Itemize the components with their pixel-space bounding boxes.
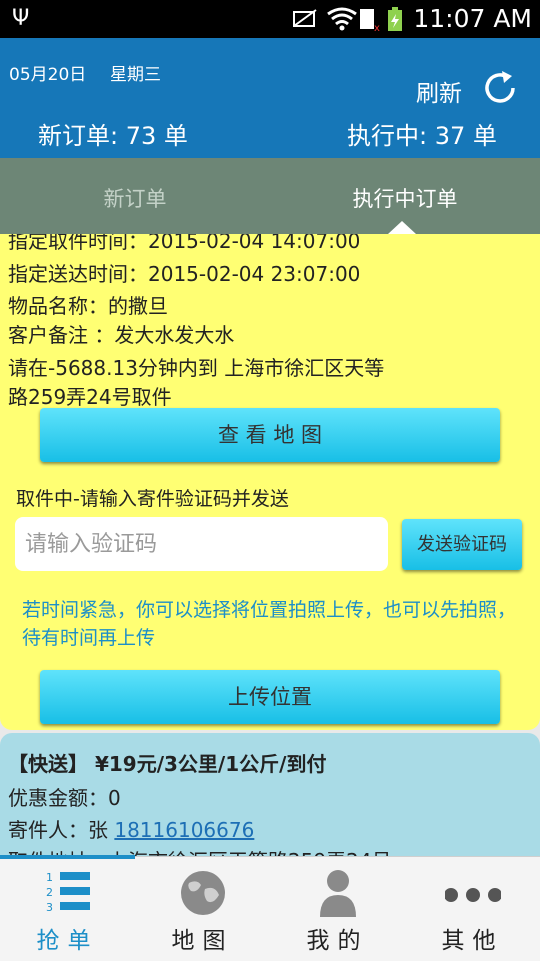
clock: 11:07 AM [413, 4, 532, 33]
order-tabs: 新订单 执行中订单 [0, 158, 540, 234]
svg-text:3: 3 [46, 901, 53, 914]
refresh-label[interactable]: 刷新 [416, 74, 462, 108]
silent-icon [293, 9, 317, 27]
tab-new-orders[interactable]: 新订单 [0, 158, 270, 234]
in-progress-count: 执行中: 37 单 [347, 122, 497, 150]
svg-text:x: x [374, 23, 380, 32]
more-dots-icon [445, 888, 501, 902]
send-code-button[interactable]: 发送验证码 [402, 519, 522, 570]
refresh-icon[interactable] [480, 68, 520, 108]
battery-icon [388, 7, 402, 31]
wifi-icon [327, 7, 357, 31]
header: 05月20日 星期三 刷新 新订单: 73 单 执行中: 37 单 [0, 38, 540, 158]
system-status-icons: x [293, 7, 402, 32]
sender-label: 寄件人：张 [8, 818, 115, 842]
person-icon [320, 870, 356, 917]
view-map-button[interactable]: 查 看 地 图 [40, 408, 500, 462]
order-card-2: 【快送】 ¥19元/3公里/1公斤/到付 优惠金额：0 寄件人：张 181161… [0, 733, 540, 858]
globe-icon [181, 871, 225, 915]
nav-label-mine: 我的 [306, 928, 369, 954]
date-label: 05月20日 [9, 65, 87, 85]
order-card: 指定取件时间：2015-02-04 14:07:00 指定送达时间：2015-0… [0, 234, 540, 730]
svg-text:1: 1 [46, 871, 53, 884]
nav-label-other: 其他 [441, 928, 504, 954]
pickup-time-line: 指定取件时间：2015-02-04 14:07:00 [8, 234, 361, 253]
sender-phone-link[interactable]: 18116106676 [114, 818, 254, 842]
delivery-time-line: 指定送达时间：2015-02-04 23:07:00 [8, 262, 361, 286]
nav-item-grab-orders[interactable]: 1 2 3 抢单 [0, 857, 135, 961]
nav-label-map: 地图 [171, 928, 234, 954]
list-icon: 1 2 3 [46, 871, 90, 914]
svg-text:2: 2 [46, 886, 53, 899]
item-name-line: 物品名称：的撒旦 [8, 294, 168, 318]
customer-note-line: 客户备注 ：发大水发大水 [8, 323, 235, 347]
verification-code-input[interactable] [15, 517, 388, 571]
code-prompt: 取件中-请输入寄件验证码并发送 [16, 488, 289, 510]
nav-item-map[interactable]: 地图 [135, 857, 270, 961]
weekday-label: 星期三 [110, 65, 161, 85]
nav-label-grab-orders: 抢单 [36, 928, 99, 954]
service-line: 【快送】 ¥19元/3公里/1公斤/到付 [8, 752, 327, 776]
nav-item-mine[interactable]: 我的 [270, 857, 405, 961]
new-order-count: 新订单: 73 单 [38, 122, 188, 150]
sender-line: 寄件人：张 18116106676 [8, 814, 254, 843]
pickup-instruction-line2: 路259弄24号取件 [8, 385, 172, 409]
bottom-nav: 1 2 3 抢单 地图 我的 其他 [0, 855, 540, 961]
status-bar: Ψ x 11:07 AM [0, 0, 540, 38]
upload-location-button[interactable]: 上传位置 [40, 670, 500, 724]
discount-line: 优惠金额：0 [8, 786, 121, 810]
nav-item-other[interactable]: 其他 [405, 857, 540, 961]
active-tab-indicator [388, 221, 416, 234]
pickup-instruction-line1: 请在-5688.13分钟内到 上海市徐汇区天等 [8, 356, 385, 380]
usb-icon: Ψ [12, 6, 30, 31]
photo-upload-hint: 若时间紧急，你可以选择将位置拍照上传，也可以先拍照，待有时间再上传 [22, 599, 517, 649]
signal-icon: x [360, 9, 380, 32]
